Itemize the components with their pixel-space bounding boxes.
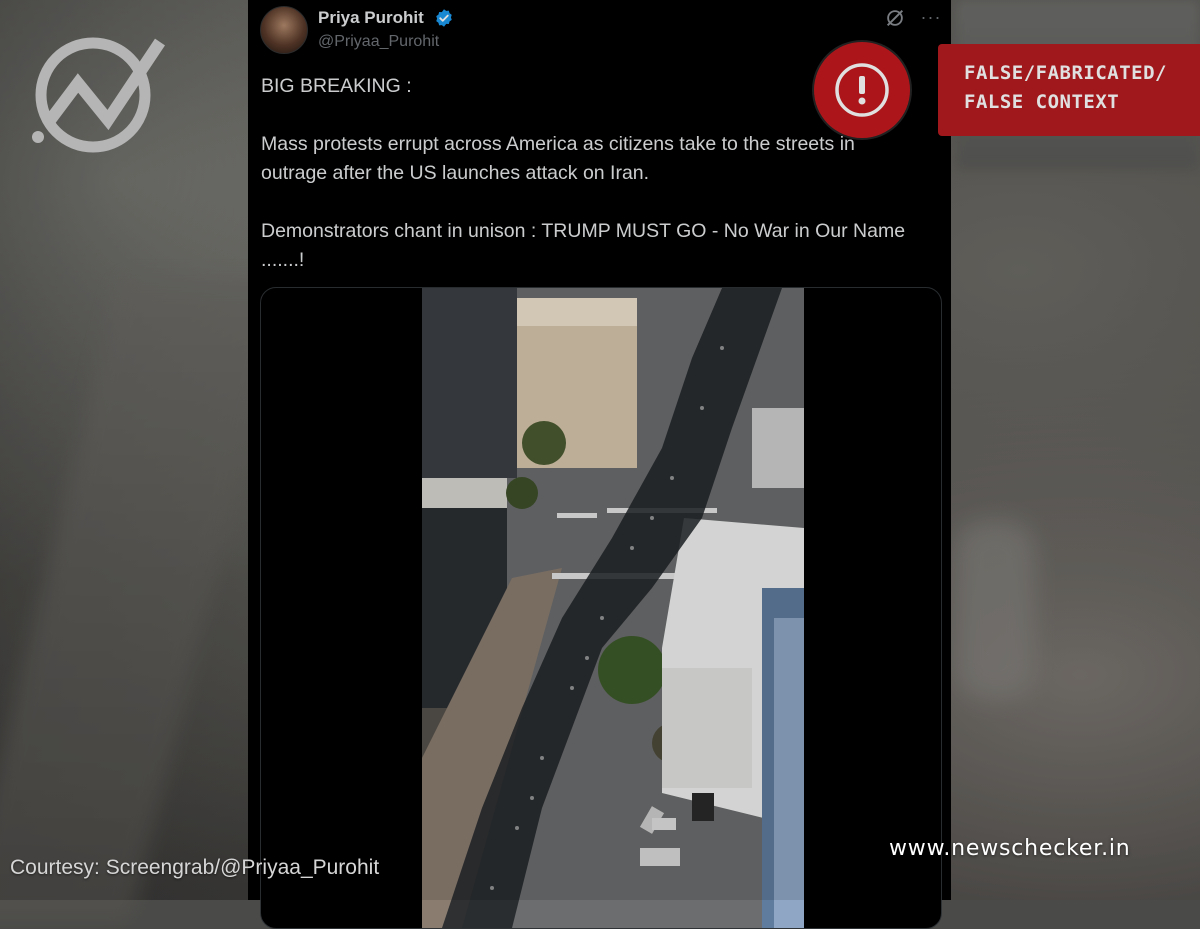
avatar[interactable]	[260, 6, 308, 54]
alert-icon	[814, 42, 910, 138]
verdict-badge: FALSE/FABRICATED/ FALSE CONTEXT	[938, 44, 1200, 136]
verdict-line-1: FALSE/FABRICATED/	[964, 62, 1167, 84]
protest-aerial-image	[422, 288, 804, 928]
newschecker-logo-icon	[32, 37, 165, 153]
protest-video[interactable]	[422, 288, 804, 928]
grok-icon[interactable]	[884, 7, 906, 29]
verdict-line-2: FALSE CONTEXT	[964, 91, 1120, 113]
left-tower	[422, 288, 517, 478]
background-building	[955, 520, 1035, 700]
more-icon[interactable]: ···	[918, 4, 944, 30]
display-name[interactable]: Priya Purohit	[318, 8, 424, 28]
courtesy-credit: Courtesy: Screengrab/@Priyaa_Purohit	[10, 856, 380, 879]
verified-badge-icon	[436, 9, 452, 27]
site-url: www.newschecker.in	[889, 836, 1131, 861]
handle[interactable]: @Priyaa_Purohit	[318, 33, 439, 51]
media-frame[interactable]	[260, 287, 942, 929]
